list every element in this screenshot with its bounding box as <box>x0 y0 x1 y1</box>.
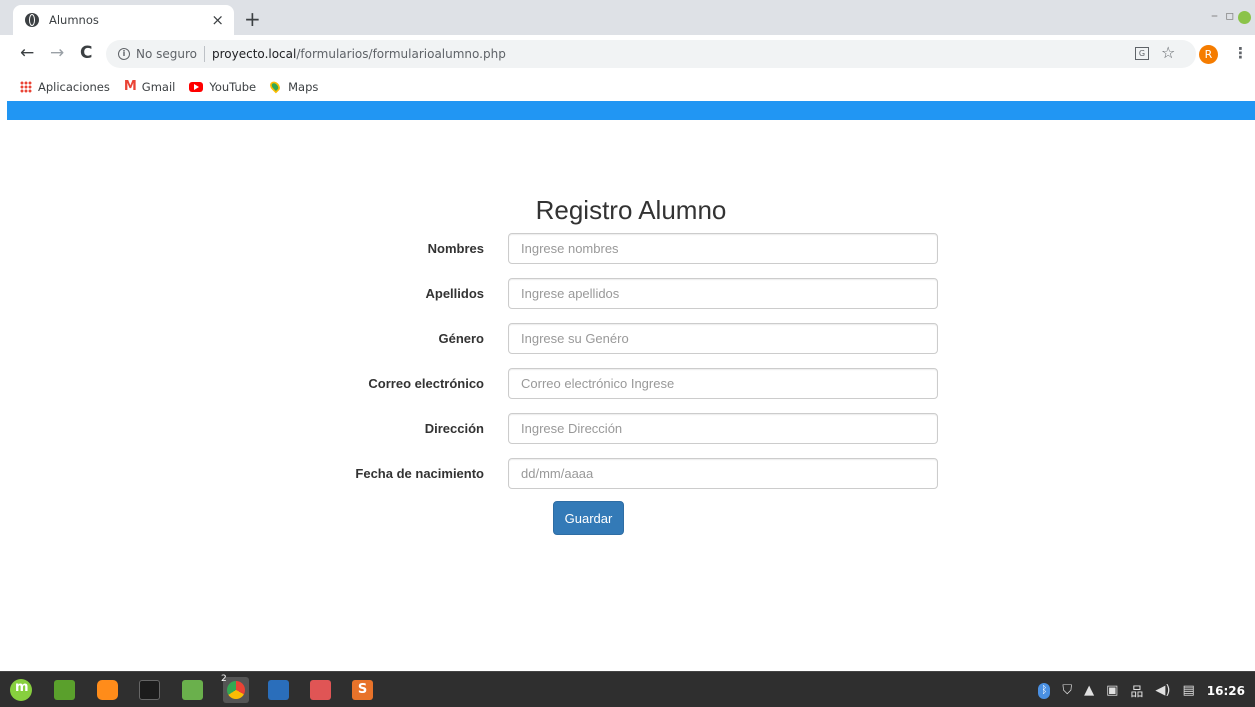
tab-close-button[interactable]: × <box>211 11 224 29</box>
field-label: Fecha de nacimiento <box>355 465 484 481</box>
browser-tab-strip: Alumnos × + – ▫ <box>0 0 1255 35</box>
bookmark-label: Maps <box>288 79 319 94</box>
field-label: Género <box>438 330 484 346</box>
form-row-direccion: Dirección <box>352 412 952 444</box>
url-host: proyecto.local <box>212 47 297 61</box>
bookmark-youtube[interactable]: YouTube <box>189 80 256 94</box>
forward-arrow-icon[interactable]: → <box>50 44 64 62</box>
bookmark-label: YouTube <box>209 79 257 94</box>
battery-icon[interactable]: ▤ <box>1183 683 1195 698</box>
form-row-genero: Género <box>352 322 952 354</box>
volume-icon[interactable]: ◀) <box>1155 683 1170 698</box>
bookmark-label: Aplicaciones <box>38 79 110 94</box>
gmail-icon: M <box>123 79 137 94</box>
field-label: Dirección <box>424 420 484 436</box>
email-input[interactable] <box>508 367 938 399</box>
form-row-fecha: Fecha de nacimiento <box>352 457 952 489</box>
bookmarks-bar: Aplicaciones M Gmail YouTube Maps <box>0 73 1255 100</box>
os-taskbar: 2 S ᛒ ⛉ ▲ ▣ 品 ◀) ▤ 16:26 <box>0 671 1255 707</box>
form-row-correo: Correo electrónico <box>352 367 952 399</box>
mint-menu-icon[interactable] <box>10 679 32 701</box>
globe-icon <box>25 13 39 27</box>
field-label: Nombres <box>427 240 484 256</box>
shield-icon[interactable]: ⛉ <box>1062 683 1072 698</box>
save-button[interactable]: Guardar <box>553 501 624 535</box>
bookmark-gmail[interactable]: M Gmail <box>124 79 176 94</box>
address-separator <box>204 46 206 62</box>
bookmark-apps[interactable]: Aplicaciones <box>20 80 110 94</box>
new-tab-button[interactable]: + <box>244 7 261 31</box>
header-bar <box>7 101 1255 120</box>
youtube-icon <box>189 81 204 92</box>
kebab-menu-icon[interactable]: ⋮ <box>1233 44 1248 62</box>
browser-toolbar: ← → C i No seguro proyecto.local/formula… <box>0 35 1255 73</box>
direccion-input[interactable] <box>508 412 938 444</box>
bluetooth-icon[interactable]: ᛒ <box>1038 682 1051 699</box>
text-editor-icon[interactable] <box>268 680 289 700</box>
bookmark-label: Gmail <box>141 79 176 94</box>
system-tray: ᛒ ⛉ ▲ ▣ 品 ◀) ▤ 16:26 <box>1038 681 1245 700</box>
apellidos-input[interactable] <box>508 277 938 309</box>
sublime-text-icon[interactable]: S <box>352 680 373 700</box>
genero-input[interactable] <box>508 322 938 354</box>
url-path: /formularios/formularioalumno.php <box>296 47 506 61</box>
maps-pin-icon <box>268 79 283 94</box>
files-folder-icon[interactable] <box>182 680 203 700</box>
close-window-icon[interactable] <box>1238 11 1251 24</box>
warning-icon[interactable]: ▲ <box>1084 683 1094 698</box>
bookmark-maps[interactable]: Maps <box>268 79 319 94</box>
glasses-app-icon[interactable] <box>310 680 331 700</box>
form-row-nombres: Nombres <box>352 232 952 264</box>
clipboard-icon[interactable]: ▣ <box>1106 683 1118 698</box>
page-content: Registro Alumno Nombres Apellidos Género… <box>7 101 1255 671</box>
address-bar[interactable]: i No seguro proyecto.local/formularios/f… <box>106 40 1196 68</box>
apps-grid-icon <box>20 80 32 93</box>
firefox-icon[interactable] <box>97 680 118 700</box>
birthdate-input[interactable] <box>508 457 938 489</box>
network-icon[interactable]: 品 <box>1130 681 1143 700</box>
tab-title: Alumnos <box>49 13 99 27</box>
terminal-icon[interactable] <box>139 680 160 700</box>
show-desktop-icon[interactable] <box>54 680 75 700</box>
reload-icon[interactable]: C <box>80 44 92 62</box>
chrome-icon[interactable] <box>223 677 249 703</box>
field-label: Apellidos <box>425 285 484 301</box>
field-label: Correo electrónico <box>368 375 484 391</box>
nombres-input[interactable] <box>508 232 938 264</box>
clock[interactable]: 16:26 <box>1207 684 1245 698</box>
security-label: No seguro <box>136 47 198 61</box>
profile-avatar[interactable]: R <box>1199 45 1218 64</box>
maximize-window-icon[interactable]: ▫ <box>1225 8 1235 24</box>
info-icon[interactable]: i <box>118 48 130 60</box>
minimize-window-icon[interactable]: – <box>1211 8 1218 24</box>
translate-icon[interactable]: G <box>1135 47 1149 60</box>
bookmark-star-icon[interactable]: ☆ <box>1161 43 1175 62</box>
back-arrow-icon[interactable]: ← <box>20 44 34 62</box>
chrome-window-count: 2 <box>221 674 227 684</box>
tab-alumnos[interactable]: Alumnos × <box>13 5 234 35</box>
form-row-apellidos: Apellidos <box>352 277 952 309</box>
form-title: Registro Alumno <box>535 195 727 225</box>
